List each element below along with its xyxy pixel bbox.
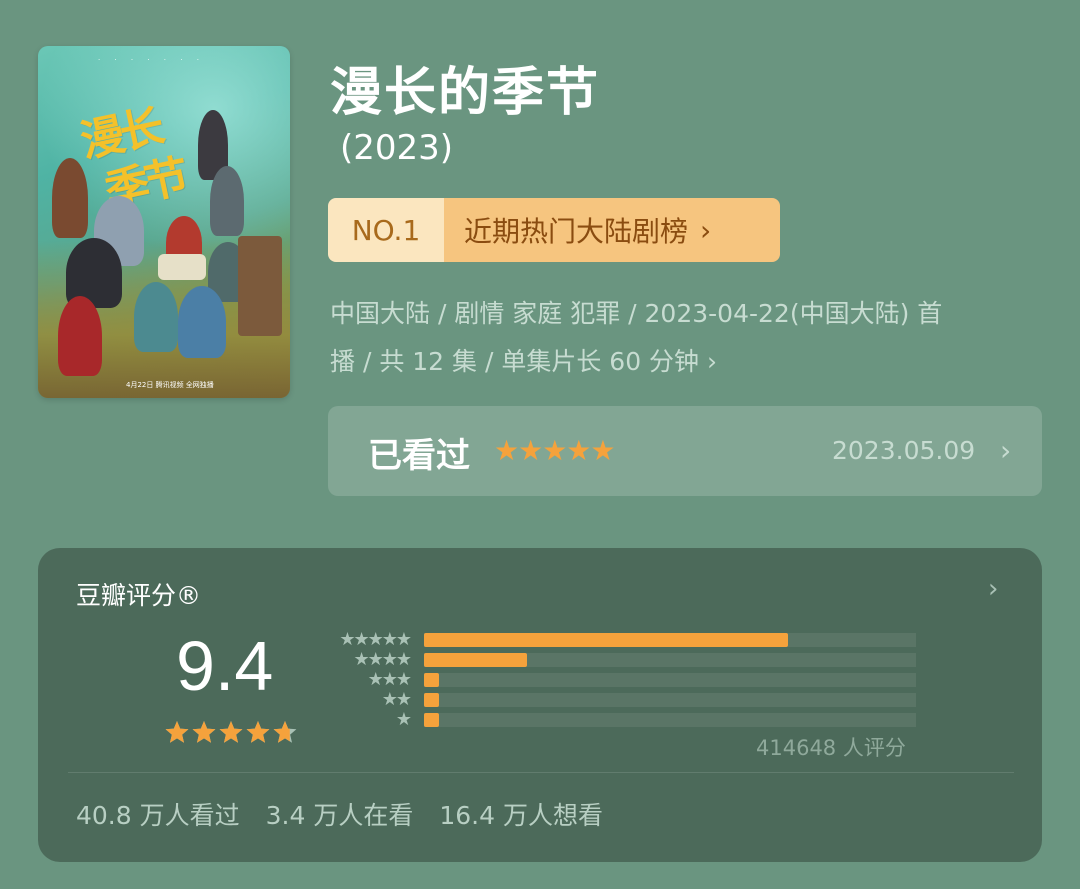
score-stars bbox=[165, 721, 297, 743]
rating-header: 豆瓣评分® bbox=[76, 581, 202, 610]
rating-row-5: ★★★★★ bbox=[320, 630, 920, 650]
watched-card[interactable]: 已看过 ★★★★★ 2023.05.09 › bbox=[328, 406, 1042, 496]
meta-line1: 中国大陆 / 剧情 家庭 犯罪 / 2023-04-22(中国大陆) 首 bbox=[330, 299, 943, 328]
rank-number: NO.1 bbox=[328, 198, 444, 262]
rating-bar-fill bbox=[424, 673, 439, 687]
poster-credits: · · · · · · · bbox=[98, 56, 205, 64]
watch-stats: 40.8 万人看过 3.4 万人在看 16.4 万人想看 bbox=[76, 796, 603, 832]
show-year: (2023) bbox=[340, 128, 454, 168]
poster-figure bbox=[210, 166, 244, 236]
star-icon: ★★★★★ bbox=[339, 629, 412, 650]
rating-bar-track bbox=[424, 633, 916, 647]
poster-figure bbox=[158, 254, 206, 280]
poster-figure bbox=[238, 236, 282, 336]
watched-date: 2023.05.09 bbox=[832, 436, 976, 465]
star-icon: ★★★ bbox=[367, 669, 412, 690]
rating-bar-track bbox=[424, 693, 916, 707]
user-rating-stars: ★★★★★ bbox=[494, 434, 616, 467]
stat-watched[interactable]: 40.8 万人看过 bbox=[76, 796, 240, 832]
poster-figure bbox=[58, 296, 102, 376]
chevron-right-icon: › bbox=[700, 213, 712, 247]
show-title: 漫长的季节 bbox=[330, 63, 601, 123]
show-meta[interactable]: 中国大陆 / 剧情 家庭 犯罪 / 2023-04-22(中国大陆) 首 播 /… bbox=[330, 290, 1030, 386]
star-icon-filled bbox=[192, 721, 216, 743]
divider bbox=[68, 772, 1014, 773]
rating-score: 9.4 bbox=[176, 627, 274, 705]
rating-bar-fill bbox=[424, 633, 789, 647]
rating-bar-fill bbox=[424, 693, 439, 707]
chevron-right-icon: › bbox=[1000, 434, 1012, 467]
chevron-right-icon[interactable]: › bbox=[988, 574, 998, 604]
stat-watching[interactable]: 3.4 万人在看 bbox=[266, 796, 414, 832]
poster-figure bbox=[134, 282, 178, 352]
stat-wish[interactable]: 16.4 万人想看 bbox=[439, 796, 603, 832]
rating-count: 414648 人评分 bbox=[756, 736, 906, 760]
poster-release-text: 4月22日 腾讯视频 全网独播 bbox=[126, 381, 214, 389]
meta-line2: 播 / 共 12 集 / 单集片长 60 分钟 bbox=[330, 347, 700, 376]
rating-bar-fill bbox=[424, 713, 439, 727]
rating-row-1: ★ bbox=[320, 710, 920, 730]
star-icon-filled bbox=[219, 721, 243, 743]
poster-image[interactable]: · · · · · · · 漫长 季节 4月22日 腾讯视频 全网独播 bbox=[38, 46, 290, 398]
star-icon-filled bbox=[246, 721, 270, 743]
star-icon-filled bbox=[165, 721, 189, 743]
meta-line2-wrap: 播 / 共 12 集 / 单集片长 60 分钟 › bbox=[330, 338, 1030, 386]
rating-row-4: ★★★★ bbox=[320, 650, 920, 670]
chevron-right-icon: › bbox=[707, 347, 717, 376]
douban-rating-card[interactable]: 豆瓣评分® › 9.4 ★★★★★ ★★★★ ★★★ ★★ ★ 414648 人评分 4… bbox=[38, 548, 1042, 862]
rating-row-3: ★★★ bbox=[320, 670, 920, 690]
rank-list: 近期热门大陆剧榜 › bbox=[444, 198, 780, 262]
star-icon: ★★★★ bbox=[353, 649, 412, 670]
rating-bar-track bbox=[424, 673, 916, 687]
rating-bar-track bbox=[424, 713, 916, 727]
poster-figure bbox=[178, 286, 226, 358]
rating-bar-track bbox=[424, 653, 916, 667]
rating-distribution: ★★★★★ ★★★★ ★★★ ★★ ★ bbox=[320, 630, 920, 730]
watched-label: 已看过 bbox=[368, 436, 470, 476]
rank-list-label: 近期热门大陆剧榜 bbox=[464, 215, 689, 248]
ranking-badge[interactable]: NO.1 近期热门大陆剧榜 › bbox=[328, 198, 780, 262]
poster-figure bbox=[52, 158, 88, 238]
rating-bar-fill bbox=[424, 653, 528, 667]
rating-row-2: ★★ bbox=[320, 690, 920, 710]
star-icon: ★ bbox=[395, 709, 412, 730]
star-icon: ★★ bbox=[381, 689, 412, 710]
